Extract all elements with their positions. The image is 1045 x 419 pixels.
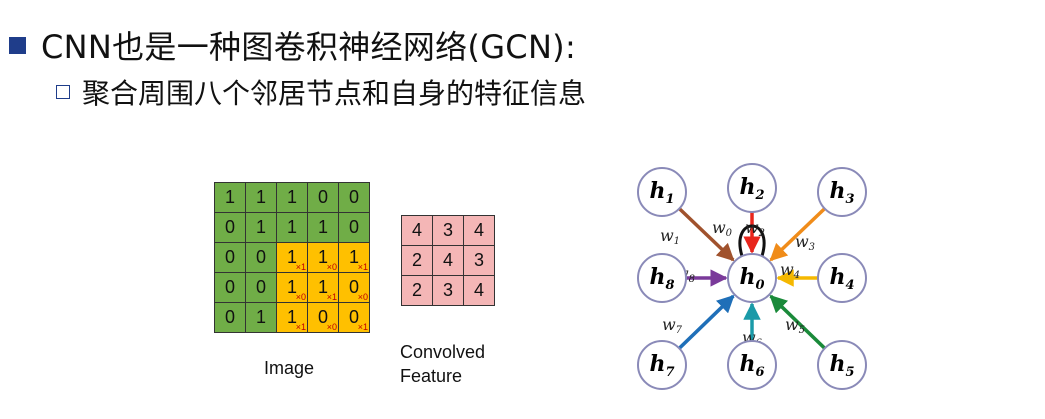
- node-h8: h8: [637, 253, 687, 303]
- sub-bullet: 聚合周围八个邻居节点和自身的特征信息: [56, 72, 586, 112]
- cell-value: 0: [224, 277, 235, 297]
- image-grid-cell: 1: [245, 182, 277, 213]
- weight-label-h4: w4: [780, 260, 800, 281]
- image-grid-cell: 1: [245, 212, 277, 243]
- image-grid-cell: 0: [338, 212, 370, 243]
- kernel-weight: ×1: [357, 322, 368, 332]
- cell-value: 1: [224, 187, 235, 207]
- image-grid-cell: 0: [214, 302, 246, 333]
- image-grid-row: 01110: [214, 212, 370, 243]
- cell-value: 1: [255, 307, 266, 327]
- image-grid-cell: 0: [214, 272, 246, 303]
- image-grid-cell: 0: [338, 182, 370, 213]
- node-h2: h2: [727, 163, 777, 213]
- weight-label-h5: w5: [785, 315, 805, 336]
- image-grid-cell: 1: [214, 182, 246, 213]
- convolved-feature-table: 434243234: [401, 215, 495, 306]
- kernel-weight: ×0: [357, 292, 368, 302]
- image-grid-cell: 0 ×0: [338, 272, 370, 303]
- image-grid-cell: 0: [307, 182, 339, 213]
- node-h6: h6: [727, 340, 777, 390]
- convolved-caption-line1: Convolved: [400, 342, 486, 362]
- image-grid-cell: 0: [214, 242, 246, 273]
- image-caption: Image: [264, 358, 315, 378]
- cell-value: 0: [348, 187, 359, 207]
- kernel-weight: ×0: [295, 292, 306, 302]
- kernel-weight: ×0: [326, 262, 337, 272]
- image-grid-cell: 1 ×1: [276, 242, 308, 273]
- image-grid-cell: 1: [276, 212, 308, 243]
- filled-square-bullet-icon: [9, 36, 26, 54]
- node-h0: h0: [727, 253, 777, 303]
- node-h3: h3: [817, 167, 867, 217]
- weight-label-h3: w3: [795, 232, 815, 253]
- convolved-grid-cell: 3: [432, 215, 464, 246]
- cell-value: 1: [317, 217, 328, 237]
- cell-value: 0: [224, 217, 235, 237]
- cell-value: 1: [255, 187, 266, 207]
- main-bullet: CNN也是一种图卷积神经网络(GCN):: [9, 22, 576, 68]
- image-grid-row: 11100: [214, 182, 370, 213]
- convolved-grid-cell: 4: [401, 215, 433, 246]
- image-grid: 1 1 1 0 0 0 1 1 1 0 0 0 1 ×1 1 ×0 1 ×1 0 0 1 ×0 1 ×1 0 ×0 0 1 1 ×1 0 ×0…: [214, 182, 370, 333]
- cell-value: 0: [348, 217, 359, 237]
- image-grid-cell: 0 ×0: [307, 302, 339, 333]
- cell-value: 0: [224, 307, 235, 327]
- cell-value: 0: [255, 277, 266, 297]
- image-grid-cell: 0 ×1: [338, 302, 370, 333]
- image-grid-table: 1 1 1 0 0 0 1 1 1 0 0 0 1 ×1 1 ×0 1 ×1 0 0 1 ×0 1 ×1 0 ×0 0 1 1 ×1 0 ×0…: [214, 182, 370, 333]
- image-grid-cell: 1 ×0: [276, 272, 308, 303]
- convolved-grid-row: 434: [401, 215, 495, 246]
- convolved-grid-cell: 3: [463, 245, 495, 276]
- convolved-grid-row: 243: [401, 245, 495, 276]
- image-grid-row: 0 1 1 ×1 0 ×0 0 ×1: [214, 302, 370, 333]
- image-grid-cell: 1 ×1: [307, 272, 339, 303]
- convolved-grid-cell: 2: [401, 245, 433, 276]
- image-grid-cell: 0: [245, 272, 277, 303]
- node-h5: h5: [817, 340, 867, 390]
- weight-label-h2: w2: [745, 218, 765, 239]
- cell-value: 0: [317, 187, 328, 207]
- cell-value: 1: [255, 217, 266, 237]
- convolved-feature-caption: Convolved Feature: [400, 340, 485, 388]
- kernel-weight: ×1: [295, 262, 306, 272]
- convolved-grid-row: 234: [401, 275, 495, 306]
- convolved-grid-cell: 4: [432, 245, 464, 276]
- weight-label-h1: w1: [660, 226, 680, 247]
- image-grid-cell: 1: [307, 212, 339, 243]
- convolved-feature-grid: 434243234: [401, 215, 495, 306]
- image-grid-row: 0 0 1 ×0 1 ×1 0 ×0: [214, 272, 370, 303]
- gcn-neighbor-graph: w1w2w3w4w5w6w7w8w0h1h2h3h4h5h6h7h8h0: [637, 163, 867, 390]
- node-h7: h7: [637, 340, 687, 390]
- cell-value: 0: [224, 247, 235, 267]
- node-h4: h4: [817, 253, 867, 303]
- kernel-weight: ×1: [295, 322, 306, 332]
- convolved-grid-cell: 3: [432, 275, 464, 306]
- image-grid-cell: 0: [245, 242, 277, 273]
- cell-value: 1: [286, 187, 297, 207]
- convolved-grid-cell: 4: [463, 275, 495, 306]
- main-bullet-text: CNN也是一种图卷积神经网络(GCN):: [41, 28, 577, 66]
- image-grid-cell: 1 ×1: [338, 242, 370, 273]
- edge-h7-to-h0: [678, 294, 735, 350]
- node-h1: h1: [637, 167, 687, 217]
- convolved-caption-line2: Feature: [400, 366, 463, 386]
- weight-label-h7: w7: [662, 315, 683, 336]
- image-grid-cell: 0: [214, 212, 246, 243]
- image-grid-cell: 1: [245, 302, 277, 333]
- hollow-square-bullet-icon: [56, 85, 70, 99]
- kernel-weight: ×0: [326, 322, 337, 332]
- sub-bullet-text: 聚合周围八个邻居节点和自身的特征信息: [82, 77, 587, 110]
- image-grid-cell: 1: [276, 182, 308, 213]
- kernel-weight: ×1: [326, 292, 337, 302]
- image-grid-cell: 1 ×1: [276, 302, 308, 333]
- weight-label-self: w0: [712, 218, 733, 239]
- cell-value: 0: [255, 247, 266, 267]
- convolved-grid-cell: 4: [463, 215, 495, 246]
- kernel-weight: ×1: [357, 262, 368, 272]
- convolved-grid-cell: 2: [401, 275, 433, 306]
- image-grid-row: 0 0 1 ×1 1 ×0 1 ×1: [214, 242, 370, 273]
- image-grid-cell: 1 ×0: [307, 242, 339, 273]
- cell-value: 1: [286, 217, 297, 237]
